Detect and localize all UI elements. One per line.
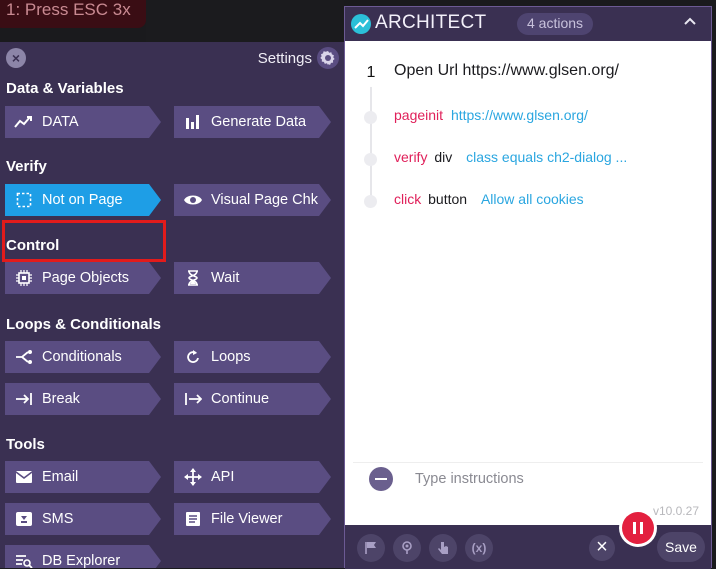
- sms-button[interactable]: SMS: [5, 503, 161, 535]
- email-button[interactable]: Email: [5, 461, 161, 493]
- section-tools: Tools: [6, 436, 45, 453]
- action-row-click[interactable]: click button Allow all cookies: [394, 191, 584, 207]
- settings-label[interactable]: Settings: [258, 50, 312, 67]
- email-label: Email: [42, 469, 79, 485]
- api-label: API: [211, 469, 235, 485]
- trend-icon: [13, 113, 35, 131]
- instructions-input[interactable]: Type instructions: [415, 471, 524, 487]
- dashed-square-icon: [13, 191, 35, 209]
- action-dot: [364, 111, 377, 124]
- architect-panel: ARCHITECT 4 actions 1 Open Url https://w…: [344, 6, 712, 569]
- section-data-variables: Data & Variables: [6, 80, 124, 97]
- action-row-verify[interactable]: verify div class equals ch2-dialog ...: [394, 149, 627, 165]
- envelope-icon: [13, 468, 35, 486]
- action-keyword: click: [394, 191, 422, 207]
- generate-data-button[interactable]: Generate Data: [174, 106, 331, 138]
- section-control: Control: [6, 237, 60, 254]
- chip-icon: [13, 269, 35, 287]
- action-target: button: [428, 191, 468, 207]
- action-detail: Allow all cookies: [480, 191, 584, 207]
- page-objects-button[interactable]: Page Objects: [5, 262, 161, 294]
- step-number: 1: [357, 59, 385, 87]
- pause-icon: [622, 512, 654, 544]
- action-detail: https://www.glsen.org/: [450, 107, 588, 123]
- pause-button[interactable]: [619, 509, 657, 547]
- file-icon: [182, 510, 204, 528]
- visual-page-chk-label: Visual Page Chk: [211, 192, 318, 208]
- continue-label: Continue: [211, 391, 270, 407]
- flag-icon: [365, 542, 376, 554]
- pointer-hand-icon: [438, 542, 448, 554]
- variables-label: (x): [471, 541, 487, 555]
- branch-icon: [13, 348, 35, 366]
- loops-button[interactable]: Loops: [174, 341, 331, 373]
- file-viewer-label: File Viewer: [211, 511, 283, 527]
- divider: [353, 462, 703, 463]
- eye-icon: [182, 191, 204, 209]
- toolbox-header: × Settings: [0, 42, 344, 74]
- action-keyword: verify: [394, 149, 428, 165]
- loops-label: Loops: [211, 349, 251, 365]
- move-arrows-icon: [182, 468, 204, 486]
- break-arrow-icon: [13, 390, 35, 408]
- action-detail: class equals ch2-dialog ...: [466, 149, 628, 165]
- conditionals-label: Conditionals: [42, 349, 122, 365]
- save-button[interactable]: Save: [657, 532, 705, 562]
- minus-circle-icon[interactable]: [369, 467, 393, 491]
- action-keyword: pageinit: [394, 107, 444, 123]
- background-strip: [146, 0, 344, 46]
- generate-data-label: Generate Data: [211, 114, 307, 130]
- action-dot: [364, 153, 377, 166]
- architect-footer: (x) Save: [345, 509, 711, 569]
- action-dot: [364, 195, 377, 208]
- break-label: Break: [42, 391, 80, 407]
- database-search-icon: [13, 552, 35, 568]
- architect-header: ARCHITECT 4 actions: [345, 7, 711, 41]
- version-label: v10.0.27: [652, 504, 699, 518]
- flag-button[interactable]: [357, 534, 385, 562]
- continue-button[interactable]: Continue: [174, 383, 331, 415]
- variables-button[interactable]: (x): [465, 534, 493, 562]
- data-button-label: DATA: [42, 114, 79, 130]
- page-objects-label: Page Objects: [42, 270, 130, 286]
- action-target: div: [434, 149, 453, 165]
- not-on-page-button[interactable]: Not on Page: [5, 184, 161, 216]
- architect-logo-icon: [351, 14, 371, 34]
- sms-label: SMS: [42, 511, 74, 527]
- phone-icon: [13, 510, 35, 528]
- db-explorer-label: DB Explorer: [42, 553, 121, 568]
- pointer-button[interactable]: [429, 534, 457, 562]
- step-timeline-line: [370, 71, 372, 203]
- conditionals-button[interactable]: Conditionals: [5, 341, 161, 373]
- section-loops-conditionals: Loops & Conditionals: [6, 316, 161, 333]
- probe-button[interactable]: [393, 534, 421, 562]
- actions-count-badge: 4 actions: [517, 13, 594, 35]
- section-verify: Verify: [6, 158, 47, 175]
- close-circle-icon[interactable]: [589, 535, 615, 561]
- toolbox-panel: × Settings Data & Variables DATA Generat…: [0, 42, 344, 568]
- gear-icon[interactable]: [316, 46, 340, 70]
- data-button[interactable]: DATA: [5, 106, 161, 138]
- visual-page-chk-button[interactable]: Visual Page Chk: [174, 184, 331, 216]
- close-icon[interactable]: ×: [6, 48, 26, 68]
- target-icon: [402, 541, 412, 554]
- bar-chart-icon: [182, 113, 204, 131]
- file-viewer-button[interactable]: File Viewer: [174, 503, 331, 535]
- chevron-up-icon[interactable]: [683, 15, 697, 29]
- wait-label: Wait: [211, 270, 240, 286]
- wait-button[interactable]: Wait: [174, 262, 331, 294]
- continue-arrow-icon: [182, 390, 204, 408]
- not-on-page-label: Not on Page: [42, 192, 123, 208]
- esc-hint-banner: 1: Press ESC 3x: [0, 0, 146, 28]
- loop-icon: [182, 348, 204, 366]
- break-button[interactable]: Break: [5, 383, 161, 415]
- step-title[interactable]: Open Url https://www.glsen.org/: [394, 62, 619, 80]
- api-button[interactable]: API: [174, 461, 331, 493]
- architect-title: ARCHITECT: [375, 12, 487, 33]
- db-explorer-button[interactable]: DB Explorer: [5, 545, 161, 568]
- action-row-pageinit[interactable]: pageinit https://www.glsen.org/: [394, 107, 588, 123]
- hourglass-icon: [182, 269, 204, 287]
